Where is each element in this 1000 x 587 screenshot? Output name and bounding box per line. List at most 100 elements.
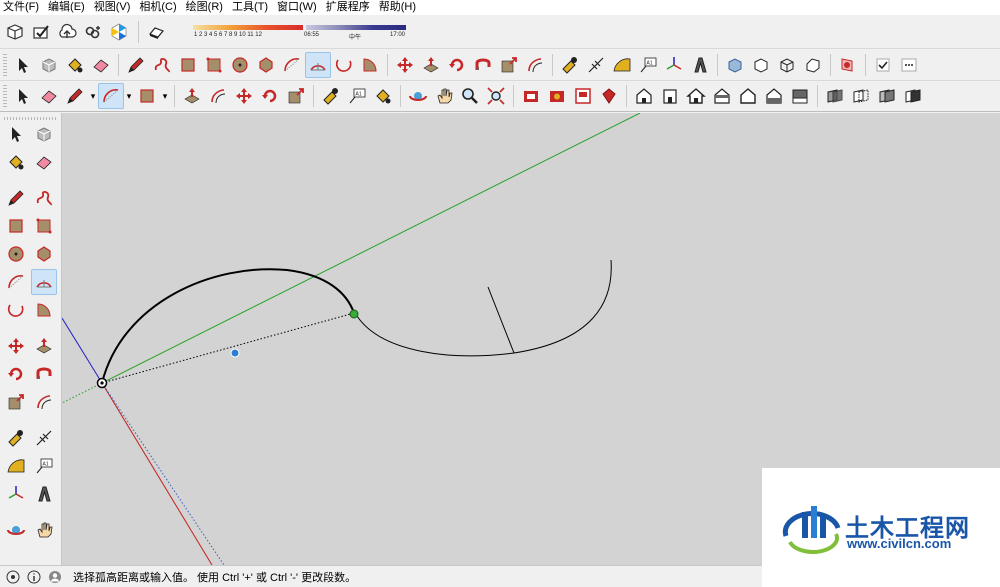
warehouse-icon[interactable] <box>518 83 544 109</box>
chevron-down-icon[interactable]: ▾ <box>124 83 134 109</box>
offset-icon[interactable] <box>31 389 57 415</box>
dimension-icon[interactable] <box>31 425 57 451</box>
move-icon[interactable] <box>3 333 29 359</box>
trimble-icon[interactable] <box>106 19 132 45</box>
rotate-icon[interactable] <box>3 361 29 387</box>
send-icon[interactable] <box>28 19 54 45</box>
axes-icon[interactable] <box>661 52 687 78</box>
two-point-arc-icon[interactable] <box>31 269 57 295</box>
info-icon[interactable] <box>26 569 42 585</box>
eraser-icon[interactable] <box>88 52 114 78</box>
scale-icon[interactable] <box>283 83 309 109</box>
push-pull-icon[interactable] <box>179 83 205 109</box>
push-pull-icon[interactable] <box>31 333 57 359</box>
tape-measure-icon[interactable] <box>318 83 344 109</box>
offset-icon[interactable] <box>522 52 548 78</box>
pie-icon[interactable] <box>31 297 57 323</box>
cloud-upload-icon[interactable] <box>54 19 80 45</box>
chevron-down-icon[interactable]: ▾ <box>160 83 170 109</box>
rotated-rectangle-icon[interactable] <box>201 52 227 78</box>
two-point-arc-icon[interactable] <box>305 51 331 78</box>
freehand-icon[interactable] <box>31 185 57 211</box>
pie-icon[interactable] <box>357 52 383 78</box>
select-icon[interactable] <box>10 52 36 78</box>
rectangle-icon[interactable] <box>3 213 29 239</box>
endpoint-marker[interactable] <box>349 309 359 319</box>
tape-measure-icon[interactable] <box>557 52 583 78</box>
polygon-icon[interactable] <box>253 52 279 78</box>
box-white-icon[interactable] <box>800 52 826 78</box>
zoom-extents-icon[interactable] <box>483 83 509 109</box>
circle-icon[interactable] <box>3 241 29 267</box>
pencil-icon[interactable] <box>62 83 88 109</box>
orbit-icon[interactable] <box>405 83 431 109</box>
move-icon[interactable] <box>392 52 418 78</box>
circle-icon[interactable] <box>227 52 253 78</box>
box-outline-icon[interactable] <box>748 52 774 78</box>
menu-tools[interactable]: 工具(T) <box>232 0 268 15</box>
existing-arc[interactable] <box>356 259 612 357</box>
rotate-icon[interactable] <box>444 52 470 78</box>
tape-measure-icon[interactable] <box>3 425 29 451</box>
text-icon[interactable]: A1 <box>31 453 57 479</box>
iso-view-icon[interactable] <box>631 83 657 109</box>
pencil-icon[interactable] <box>3 185 29 211</box>
component-box-icon[interactable] <box>2 19 28 45</box>
protractor-icon[interactable] <box>609 52 635 78</box>
push-pull-icon[interactable] <box>418 52 444 78</box>
user-icon[interactable] <box>47 569 63 585</box>
menu-window[interactable]: 窗口(W) <box>277 0 317 15</box>
follow-me-icon[interactable] <box>470 52 496 78</box>
back-view-icon[interactable] <box>735 83 761 109</box>
three-point-arc-icon[interactable] <box>331 52 357 78</box>
menu-extensions[interactable]: 扩展程序 <box>326 0 370 15</box>
link-icon[interactable] <box>80 19 106 45</box>
follow-me-icon[interactable] <box>31 361 57 387</box>
extension-warehouse-icon[interactable] <box>544 83 570 109</box>
text-icon[interactable]: A1 <box>635 52 661 78</box>
make-component-icon[interactable] <box>31 121 57 147</box>
select-icon[interactable] <box>3 121 29 147</box>
arc-icon[interactable] <box>98 83 124 109</box>
shaded-icon[interactable] <box>900 83 926 109</box>
rectangle-icon[interactable] <box>134 83 160 109</box>
box-wire-icon[interactable] <box>774 52 800 78</box>
dimension-icon[interactable] <box>583 52 609 78</box>
paint-bucket-icon[interactable] <box>62 52 88 78</box>
axes-icon[interactable] <box>3 481 29 507</box>
layout-icon[interactable] <box>570 83 596 109</box>
wireframe-icon[interactable] <box>874 83 900 109</box>
time-slider[interactable] <box>306 25 406 30</box>
eraser-icon[interactable] <box>36 83 62 109</box>
eraser-icon[interactable] <box>31 149 57 175</box>
rotate-icon[interactable] <box>257 83 283 109</box>
more-icon[interactable] <box>896 52 922 78</box>
select-icon[interactable] <box>10 83 36 109</box>
pan-icon[interactable] <box>31 517 57 543</box>
menu-help[interactable]: 帮助(H) <box>379 0 416 15</box>
back-edges-icon[interactable] <box>848 83 874 109</box>
menu-file[interactable]: 文件(F) <box>3 0 39 15</box>
bulge-line[interactable] <box>487 286 515 354</box>
three-point-arc-icon[interactable] <box>3 297 29 323</box>
3d-text-icon[interactable] <box>31 481 57 507</box>
arc-icon[interactable] <box>3 269 29 295</box>
chevron-down-icon[interactable]: ▾ <box>88 83 98 109</box>
rectangle-icon[interactable] <box>175 52 201 78</box>
toolbar-grip[interactable] <box>3 53 7 76</box>
right-view-icon[interactable] <box>709 83 735 109</box>
pencil-icon[interactable] <box>123 52 149 78</box>
scale-icon[interactable] <box>3 389 29 415</box>
box-shaded-icon[interactable] <box>722 52 748 78</box>
date-slider[interactable] <box>193 25 303 30</box>
move-icon[interactable] <box>231 83 257 109</box>
menu-edit[interactable]: 编辑(E) <box>48 0 85 15</box>
pan-icon[interactable] <box>431 83 457 109</box>
menu-camera[interactable]: 相机(C) <box>139 0 176 15</box>
orbit-icon[interactable] <box>3 517 29 543</box>
protractor-icon[interactable] <box>3 453 29 479</box>
midpoint-marker[interactable] <box>230 348 240 358</box>
left-view-icon[interactable] <box>761 83 787 109</box>
xray-icon[interactable] <box>822 83 848 109</box>
home-icon[interactable] <box>683 83 709 109</box>
